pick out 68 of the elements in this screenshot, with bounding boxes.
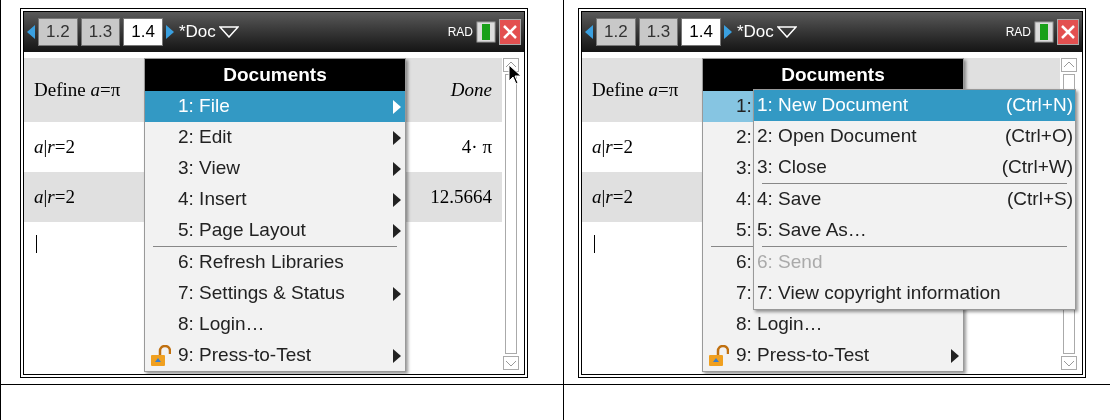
close-button[interactable] bbox=[1057, 19, 1079, 45]
text-cursor bbox=[36, 235, 37, 253]
entry-expression: a|r=2 bbox=[592, 134, 633, 159]
result-text: Done bbox=[450, 77, 492, 102]
submenu-arrow-icon bbox=[393, 161, 401, 176]
scroll-down-icon[interactable] bbox=[503, 356, 519, 370]
menu-item[interactable]: 2: Edit bbox=[145, 122, 405, 153]
submenu-arrow-icon bbox=[393, 130, 401, 145]
shortcut-label: (Ctrl+W) bbox=[1001, 155, 1073, 180]
entry-expression: a|r=2 bbox=[34, 134, 75, 159]
submenu-item[interactable]: 2: Open Document (Ctrl+O) bbox=[754, 121, 1075, 152]
dropdown-icon[interactable] bbox=[776, 26, 797, 38]
document-title: *Doc bbox=[736, 21, 774, 44]
shortcut-label: (Ctrl+O) bbox=[1004, 124, 1073, 149]
scroll-left-icon[interactable] bbox=[585, 25, 593, 39]
scroll-right-icon[interactable] bbox=[723, 25, 732, 39]
close-button[interactable] bbox=[499, 19, 521, 45]
close-icon bbox=[1061, 25, 1075, 39]
text-cursor bbox=[594, 235, 595, 253]
page-tab[interactable]: 1.4 bbox=[681, 18, 721, 46]
submenu-item[interactable]: 7: View copyright information bbox=[754, 278, 1075, 309]
submenu-arrow-icon bbox=[393, 99, 401, 114]
page-tab[interactable]: 1.2 bbox=[596, 18, 636, 46]
submenu-arrow-icon bbox=[393, 192, 401, 207]
page-tab[interactable]: 1.2 bbox=[38, 18, 78, 46]
document-title: *Doc bbox=[178, 21, 216, 44]
submenu-arrow-icon bbox=[393, 348, 401, 363]
scrollbar[interactable] bbox=[502, 58, 520, 370]
battery-icon bbox=[1034, 20, 1054, 44]
submenu-arrow-icon bbox=[393, 223, 401, 238]
menu-item[interactable]: 9: Press-to-Test bbox=[703, 340, 963, 371]
open-padlock-icon bbox=[149, 344, 171, 367]
scroll-down-icon[interactable] bbox=[1061, 356, 1077, 370]
page-tab[interactable]: 1.3 bbox=[638, 18, 679, 46]
entry-expression: a|r=2 bbox=[592, 184, 633, 209]
entry-expression: Define a=π bbox=[34, 77, 121, 102]
menu-item[interactable]: 8: Login… bbox=[145, 309, 405, 340]
scroll-thumb[interactable] bbox=[505, 74, 517, 354]
menu-item[interactable]: 8: Login… bbox=[703, 309, 963, 340]
menu-title: Documents bbox=[145, 59, 405, 91]
open-padlock-icon bbox=[707, 344, 729, 367]
entry-expression: Define a=π bbox=[592, 77, 679, 102]
shortcut-label: (Ctrl+N) bbox=[1005, 93, 1073, 118]
submenu-item[interactable]: 5: Save As… bbox=[754, 215, 1075, 246]
submenu-arrow-icon bbox=[951, 348, 959, 363]
close-icon bbox=[503, 25, 517, 39]
submenu-item[interactable]: 4: Save (Ctrl+S) bbox=[754, 184, 1075, 215]
dropdown-icon[interactable] bbox=[218, 26, 239, 38]
menu-title: Documents bbox=[703, 59, 963, 91]
shortcut-label: (Ctrl+S) bbox=[1007, 187, 1073, 212]
battery-icon bbox=[476, 20, 496, 44]
angle-mode: RAD bbox=[447, 24, 473, 41]
submenu-item[interactable]: 3: Close (Ctrl+W) bbox=[754, 152, 1075, 183]
page-tab[interactable]: 1.3 bbox=[80, 18, 121, 46]
menu-item[interactable]: 9: Press-to-Test bbox=[145, 340, 405, 371]
menu-item[interactable]: 7: Settings & Status bbox=[145, 278, 405, 309]
submenu-arrow-icon bbox=[393, 286, 401, 301]
scroll-left-icon[interactable] bbox=[27, 25, 35, 39]
result-text: 12.5664 bbox=[430, 184, 492, 209]
entry-expression: a|r=2 bbox=[34, 184, 75, 209]
result-text: 4· π bbox=[461, 134, 492, 159]
menu-item[interactable]: 5: Page Layout bbox=[145, 215, 405, 246]
menu-item[interactable]: 4: Insert bbox=[145, 184, 405, 215]
page-tab[interactable]: 1.4 bbox=[123, 18, 163, 46]
menu-item[interactable]: 3: View bbox=[145, 153, 405, 184]
menu-item[interactable]: 6: Refresh Libraries bbox=[145, 247, 405, 278]
scroll-right-icon[interactable] bbox=[165, 25, 174, 39]
angle-mode: RAD bbox=[1005, 24, 1031, 41]
